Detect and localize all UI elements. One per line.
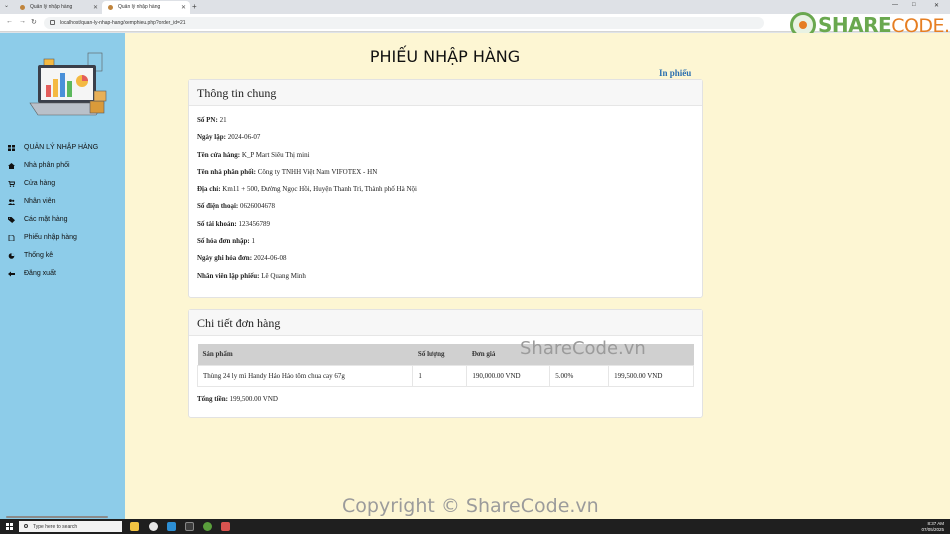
cell-unit-price: 190,000.00 VND bbox=[466, 364, 551, 387]
app-icon[interactable] bbox=[203, 522, 212, 531]
info-row-distributor-name: Tên nhà phân phối: Công ty TNHH Việt Nam… bbox=[197, 167, 378, 176]
print-link[interactable]: In phiếu bbox=[659, 68, 691, 78]
footer-watermark: Copyright © ShareCode.vn bbox=[342, 495, 599, 517]
terminal-icon[interactable] bbox=[185, 522, 194, 531]
taskbar-search[interactable]: Type here to search bbox=[19, 521, 122, 532]
cart-icon bbox=[8, 181, 15, 187]
url-field[interactable]: localhost/quan-ly-nhap-hang/xemphieu.php… bbox=[44, 17, 764, 29]
windows-start-icon[interactable] bbox=[6, 523, 13, 530]
sidebar-menu: QUẢN LÝ NHẬP HÀNG Nhà phân phối Cửa hàng… bbox=[0, 139, 125, 283]
general-info-card: Thông tin chung Số PN: 21 Ngày lập: 2024… bbox=[188, 79, 703, 298]
close-tab-icon[interactable]: ✕ bbox=[181, 4, 186, 11]
info-row-account-number: Số tài khoản: 123456789 bbox=[197, 219, 270, 228]
horizontal-scrollbar[interactable] bbox=[6, 516, 108, 518]
sidebar-item-receipts[interactable]: Phiếu nhập hàng bbox=[0, 229, 125, 247]
favicon-icon bbox=[108, 5, 113, 10]
tab-search-icon[interactable]: ⌄ bbox=[4, 2, 9, 9]
sidebar-item-products[interactable]: Các mặt hàng bbox=[0, 211, 125, 229]
table-row: Thùng 24 ly mì Handy Hảo Hảo tôm chua ca… bbox=[196, 364, 694, 387]
taskbar-search-placeholder: Type here to search bbox=[33, 524, 78, 530]
sidebar-item-label: Thống kê bbox=[24, 252, 54, 259]
sidebar-item-label: Phiếu nhập hàng bbox=[24, 234, 77, 241]
cell-amount: 199,500.00 VND bbox=[608, 364, 694, 387]
pie-chart-icon bbox=[8, 253, 15, 259]
chrome-icon[interactable] bbox=[149, 522, 158, 531]
page-title: PHIẾU NHẬP HÀNG bbox=[369, 47, 521, 66]
cell-quantity: 1 bbox=[412, 364, 468, 387]
sidebar: QUẢN LÝ NHẬP HÀNG Nhà phân phối Cửa hàng… bbox=[0, 33, 125, 519]
grid-icon bbox=[8, 145, 15, 151]
reload-icon[interactable]: ↻ bbox=[31, 18, 37, 26]
info-row-invoice-date: Ngày ghi hóa đơn: 2024-06-08 bbox=[197, 254, 287, 263]
main-content: PHIẾU NHẬP HÀNG In phiếu Thông tin chung… bbox=[125, 33, 950, 519]
file-explorer-icon[interactable] bbox=[130, 522, 139, 531]
cell-tax: 5.00% bbox=[549, 364, 610, 387]
site-info-icon[interactable] bbox=[50, 20, 55, 25]
general-info-header: Thông tin chung bbox=[189, 80, 702, 106]
info-row-phone: Số điện thoại: 0626004678 bbox=[197, 202, 275, 211]
column-header-product: Sản phẩm bbox=[197, 344, 413, 365]
minimize-icon[interactable]: — bbox=[892, 2, 898, 8]
browser-tab[interactable]: Quản lý nhập hàng ✕ bbox=[14, 1, 102, 14]
cell-product: Thùng 24 ly mì Handy Hảo Hảo tôm chua ca… bbox=[196, 364, 414, 387]
general-info-body: Số PN: 21 Ngày lập: 2024-06-07 Tên cửa h… bbox=[189, 106, 702, 291]
table-watermark: ShareCode.vn bbox=[520, 338, 646, 359]
system-clock[interactable]: 8:37 AM 07/05/2025 bbox=[921, 521, 944, 532]
info-row-receipt-number: Số PN: 21 bbox=[197, 116, 227, 124]
order-details-header: Chi tiết đơn hàng bbox=[189, 310, 702, 336]
sidebar-item-label: Nhân viên bbox=[24, 198, 56, 205]
browser-tab-active[interactable]: Quản lý nhập hàng ✕ bbox=[102, 1, 190, 14]
sidebar-item-logout[interactable]: Đăng xuất bbox=[0, 265, 125, 283]
file-icon bbox=[8, 235, 15, 241]
close-tab-icon[interactable]: ✕ bbox=[93, 4, 98, 11]
info-row-created-date: Ngày lập: 2024-06-07 bbox=[197, 133, 261, 142]
order-details-card: Chi tiết đơn hàng Sản phẩm Số lượng Đơn … bbox=[188, 309, 703, 418]
taskbar: Type here to search 8:37 AM 07/05/2025 bbox=[0, 519, 950, 534]
sidebar-item-label: Các mặt hàng bbox=[24, 216, 68, 223]
sidebar-item-dashboard[interactable]: QUẢN LÝ NHẬP HÀNG bbox=[0, 139, 125, 157]
sidebar-item-label: Đăng xuất bbox=[24, 270, 56, 277]
sidebar-item-label: QUẢN LÝ NHẬP HÀNG bbox=[24, 144, 99, 151]
sidebar-item-employees[interactable]: Nhân viên bbox=[0, 193, 125, 211]
vscode-icon[interactable] bbox=[167, 522, 176, 531]
browser-tab-label: Quản lý nhập hàng bbox=[118, 4, 161, 10]
forward-icon[interactable]: → bbox=[19, 18, 26, 25]
close-window-icon[interactable]: ✕ bbox=[934, 2, 939, 9]
logout-icon bbox=[8, 271, 15, 277]
browser-tab-label: Quản lý nhập hàng bbox=[30, 4, 73, 10]
order-total: Tổng tiền: 199,500.00 VND bbox=[197, 394, 278, 403]
sidebar-item-distributors[interactable]: Nhà phân phối bbox=[0, 157, 125, 175]
sidebar-item-label: Nhà phân phối bbox=[24, 162, 70, 169]
info-row-address: Địa chỉ: Km11 + 500, Đường Ngọc Hồi, Huy… bbox=[197, 185, 417, 194]
maximize-icon[interactable]: □ bbox=[912, 2, 916, 8]
sidebar-item-label: Cửa hàng bbox=[24, 180, 56, 187]
laptop-chart-illustration bbox=[29, 52, 107, 116]
app-icon[interactable] bbox=[221, 522, 230, 531]
home-icon bbox=[8, 163, 15, 169]
back-icon[interactable]: ← bbox=[6, 18, 13, 25]
sidebar-item-statistics[interactable]: Thống kê bbox=[0, 247, 125, 265]
tags-icon bbox=[8, 217, 15, 223]
users-icon bbox=[8, 199, 15, 205]
favicon-icon bbox=[20, 5, 25, 10]
url-text: localhost/quan-ly-nhap-hang/xemphieu.php… bbox=[60, 20, 186, 26]
sidebar-item-stores[interactable]: Cửa hàng bbox=[0, 175, 125, 193]
info-row-store-name: Tên cửa hàng: K_P Mart Siêu Thị mini bbox=[197, 150, 310, 159]
info-row-created-by: Nhân viên lập phiếu: Lê Quang Minh bbox=[197, 271, 306, 280]
info-row-invoice-number: Số hóa đơn nhập: 1 bbox=[197, 237, 255, 246]
new-tab-icon[interactable]: + bbox=[192, 2, 197, 11]
column-header-quantity: Số lượng bbox=[412, 344, 467, 365]
search-icon bbox=[24, 524, 28, 528]
